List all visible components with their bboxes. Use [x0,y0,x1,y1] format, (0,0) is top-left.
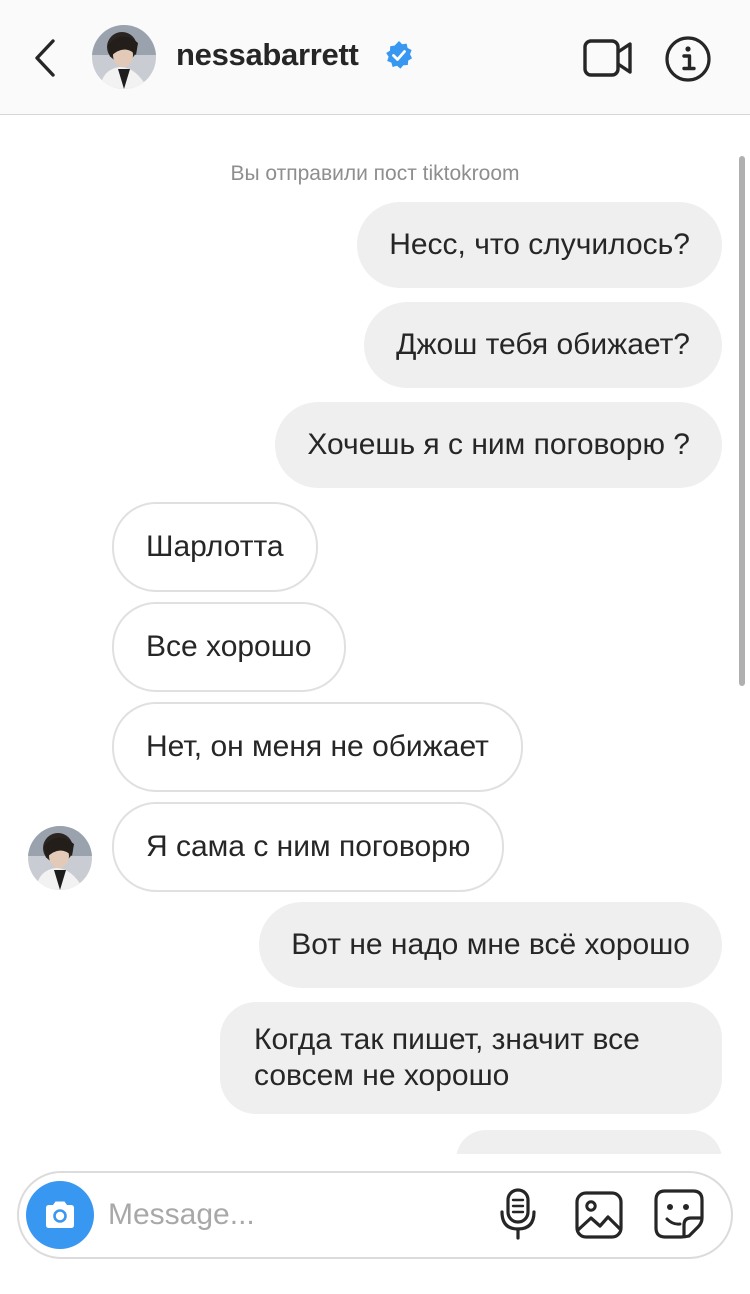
scrollbar[interactable] [739,156,745,686]
message-bubble-incoming[interactable]: Нет, он меня не обижает [112,702,523,792]
avatar[interactable] [92,25,156,89]
avatar-photo [92,25,156,89]
chevron-left-icon [35,39,55,77]
gallery-icon[interactable] [574,1190,624,1240]
video-camera-icon[interactable] [582,36,634,80]
message-input[interactable] [108,1190,478,1240]
camera-button[interactable] [26,1181,94,1249]
message-bubble-outgoing[interactable]: Когда так пишет, значит все совсем не хо… [220,1002,722,1114]
message-bubble-outgoing[interactable]: Вот не надо мне всё хорошо [259,902,722,988]
message-bubble-outgoing[interactable]: Хочешь я с ним поговорю ? [275,402,722,488]
camera-icon [46,1201,74,1228]
message-bubble-incoming[interactable]: Шарлотта [112,502,318,592]
message-bubble-incoming[interactable]: Все хорошо [112,602,346,692]
message-bubble-outgoing[interactable]: Джош тебя обижает? [364,302,722,388]
message-bubble-outgoing-partial[interactable] [456,1130,722,1154]
info-icon[interactable] [664,35,712,83]
message-bubble-outgoing[interactable]: Несс, что случилось? [357,202,722,288]
system-note: Вы отправили пост tiktokroom [230,162,520,185]
chat-header: nessabarrett [0,0,750,115]
message-thread[interactable]: Вы отправили пост tiktokroom Несс, что с… [0,116,750,1154]
sender-avatar[interactable] [28,826,92,890]
avatar-photo [28,826,92,890]
message-bubble-incoming[interactable]: Я сама с ним поговорю [112,802,505,892]
back-button[interactable] [28,34,62,82]
sticker-icon[interactable] [653,1188,705,1240]
microphone-icon[interactable] [498,1188,538,1240]
verified-badge-icon [386,41,412,69]
username[interactable]: nessabarrett [176,37,359,73]
